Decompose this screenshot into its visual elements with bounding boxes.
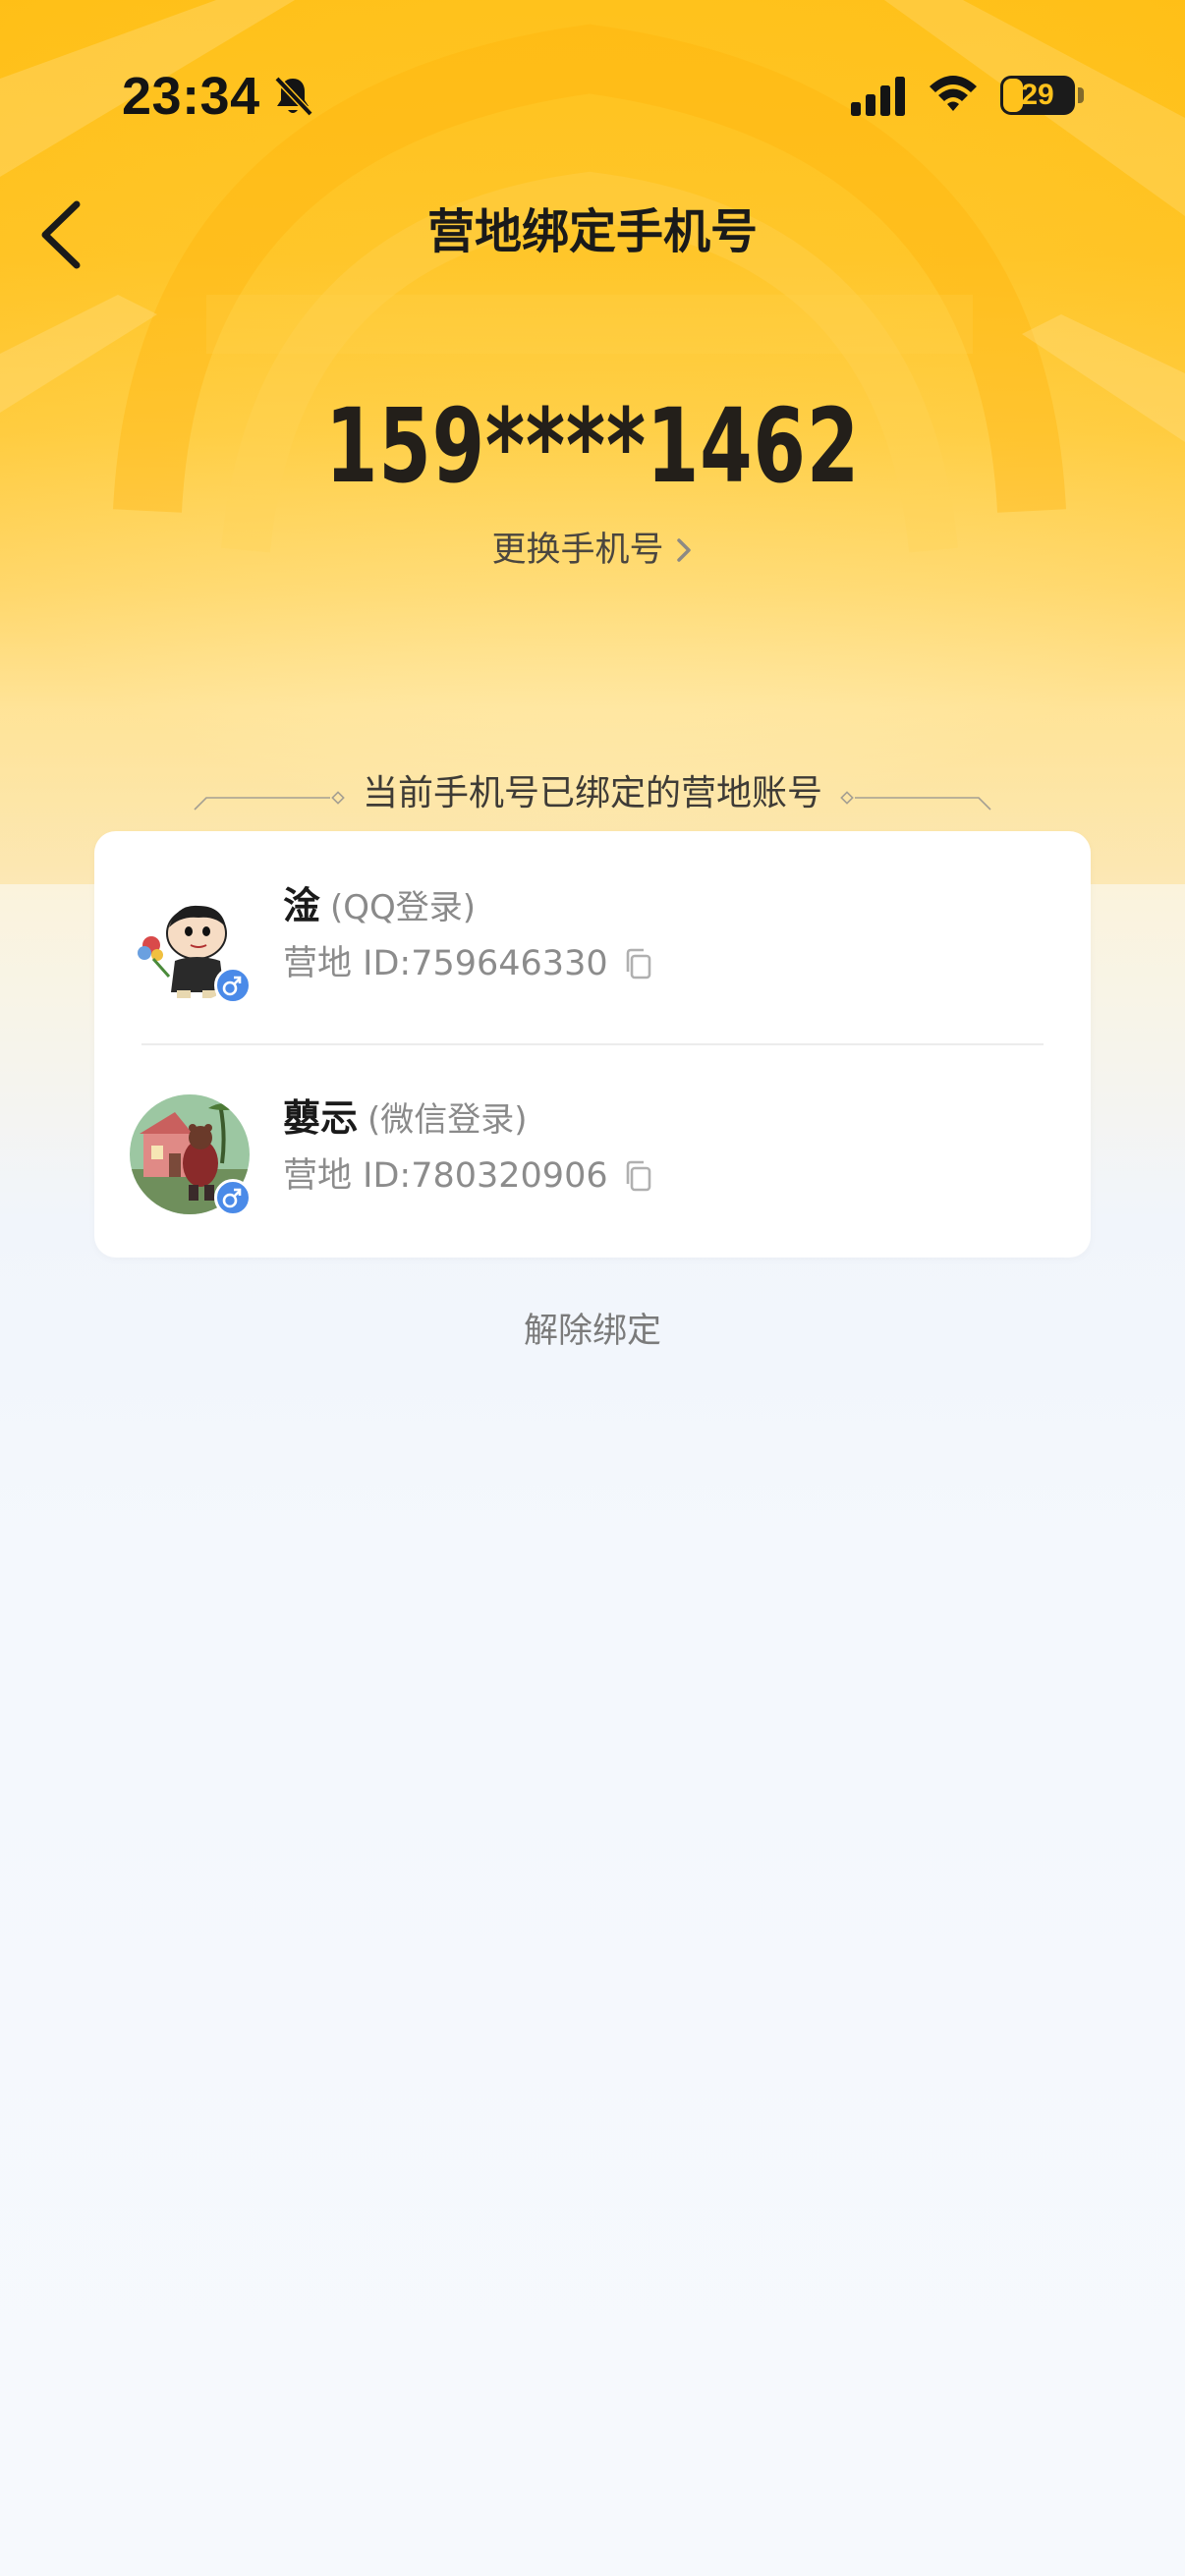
battery-icon: 29 (1000, 76, 1075, 115)
copy-icon[interactable] (622, 946, 655, 981)
male-gender-icon (214, 1179, 252, 1216)
cellular-signal-icon (851, 77, 905, 116)
page-title: 营地绑定手机号 (426, 204, 758, 259)
account-name: 蘡忈 (283, 1096, 359, 1140)
account-name-line: 淦 (QQ登录) (283, 880, 476, 933)
chevron-right-icon (676, 538, 691, 562)
section-title: 当前手机号已绑定的营地账号 (362, 773, 822, 813)
account-name-line: 蘡忈 (微信登录) (283, 1092, 528, 1146)
account-item[interactable]: 淦 (QQ登录) 营地 ID:759646330 (94, 831, 1091, 1043)
change-phone-link[interactable]: 更换手机号 (0, 527, 1185, 574)
account-login-method: (微信登录) (367, 1100, 528, 1140)
change-phone-label: 更换手机号 (491, 531, 664, 570)
male-gender-icon (214, 967, 252, 1004)
bound-accounts-card: 淦 (QQ登录) 营地 ID:759646330 蘡忈 (微信登录) 营地 ID… (94, 831, 1091, 1258)
unbind-button[interactable]: 解除绑定 (0, 1307, 1185, 1356)
bound-phone-number: 159****1462 (325, 386, 860, 506)
bell-slash-icon (274, 76, 313, 117)
battery-percentage: 29 (1021, 79, 1054, 111)
account-id: 营地 ID:759646330 (283, 944, 608, 983)
wifi-icon (930, 76, 977, 111)
screen: 23:34 29 营地绑定手机号 159****1462 更换手机号 当前手机号… (0, 0, 1185, 2576)
account-id: 营地 ID:780320906 (283, 1156, 608, 1196)
section-header: 当前手机号已绑定的营地账号 (0, 768, 1185, 819)
account-name: 淦 (283, 884, 321, 927)
account-login-method: (QQ登录) (330, 888, 477, 927)
avatar-container (130, 882, 252, 1004)
decorative-line-right (840, 791, 991, 811)
account-id-line: 营地 ID:759646330 (283, 939, 655, 988)
avatar-container (130, 1094, 252, 1216)
battery-cap (1078, 87, 1084, 103)
copy-icon[interactable] (622, 1158, 655, 1194)
status-time: 23:34 (122, 67, 260, 126)
account-id-line: 营地 ID:780320906 (283, 1151, 655, 1201)
account-item[interactable]: 蘡忈 (微信登录) 营地 ID:780320906 (94, 1045, 1091, 1258)
